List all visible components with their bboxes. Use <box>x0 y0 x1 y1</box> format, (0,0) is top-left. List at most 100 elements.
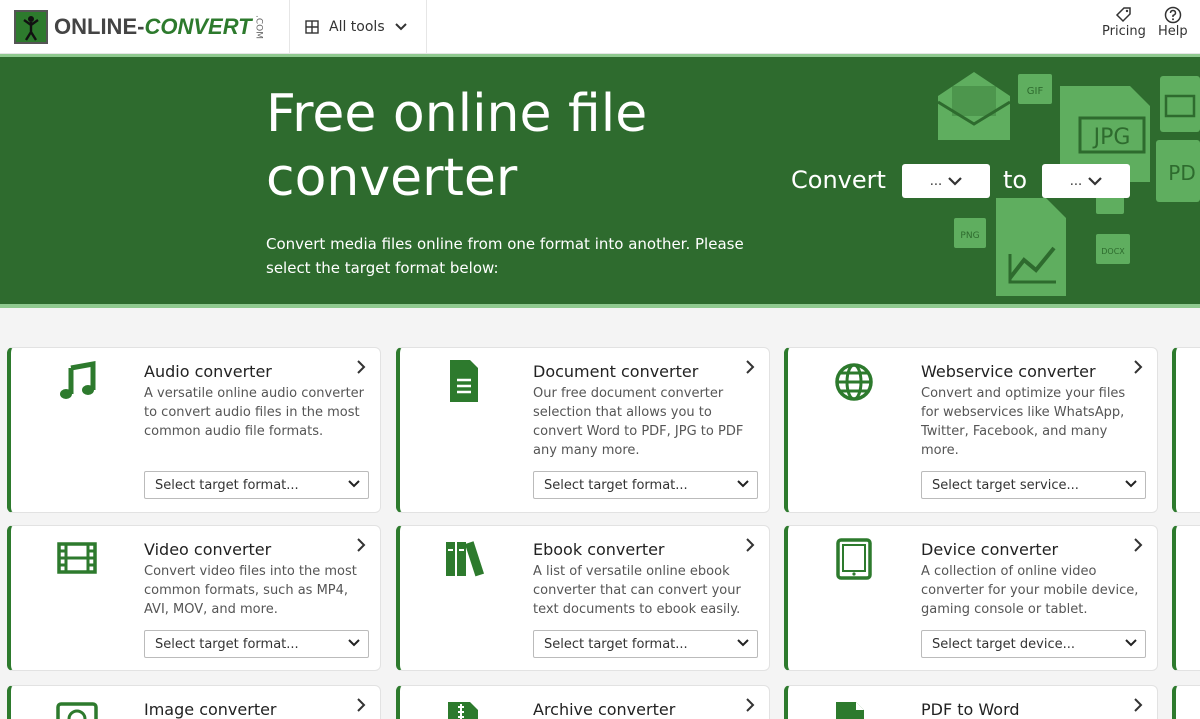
device-converter-card[interactable]: Device converter A collection of online … <box>784 525 1158 671</box>
chevron-down-icon <box>737 480 749 488</box>
help-label: Help <box>1158 24 1188 39</box>
chevron-down-icon <box>737 639 749 647</box>
select-placeholder: Select target format... <box>544 477 688 493</box>
archive-converter-card[interactable]: Archive converter <box>396 685 770 719</box>
header-divider <box>289 0 290 54</box>
partial-card[interactable] <box>1172 525 1200 671</box>
chevron-down-icon <box>394 23 407 31</box>
chevron-down-icon <box>1125 480 1137 488</box>
card-description: A versatile online audio converter to co… <box>144 386 365 439</box>
chevron-right-icon[interactable] <box>743 360 757 374</box>
webservice-target-select[interactable]: Select target service... <box>921 471 1146 499</box>
select-placeholder: Select target format... <box>544 636 688 652</box>
png-file-icon: PNG <box>954 218 986 248</box>
audio-converter-card[interactable]: Audio converter A versatile online audio… <box>7 347 381 513</box>
card-description: A list of versatile online ebook convert… <box>533 564 741 617</box>
books-icon <box>446 541 485 577</box>
image-file-icon <box>1160 76 1200 132</box>
docx-file-icon: DOCX <box>1096 234 1130 264</box>
svg-text:PD: PD <box>1168 161 1195 185</box>
select-placeholder: Select target service... <box>932 477 1079 493</box>
help-circle-icon <box>1164 6 1182 24</box>
document-target-format-select[interactable]: Select target format... <box>533 471 758 499</box>
video-converter-card[interactable]: Video converter Convert video files into… <box>7 525 381 671</box>
device-target-select[interactable]: Select target device... <box>921 630 1146 658</box>
camera-icon <box>56 702 98 719</box>
svg-text:GIF: GIF <box>1027 86 1044 97</box>
card-title[interactable]: Audio converter <box>144 362 272 381</box>
pdf-icon <box>836 702 864 719</box>
card-title[interactable]: PDF to Word <box>921 700 1020 719</box>
from-format-value: ... <box>929 173 943 189</box>
svg-text:DOCX: DOCX <box>1101 247 1125 256</box>
card-description: Convert video files into the most common… <box>144 564 357 617</box>
all-tools-menu[interactable]: All tools <box>305 0 407 54</box>
pdf-file-icon: PD <box>1156 140 1200 202</box>
site-logo[interactable]: ONLINE-CONVERT .COM <box>14 10 264 44</box>
gif-file-icon: GIF <box>1018 74 1052 104</box>
chevron-right-icon[interactable] <box>1131 360 1145 374</box>
card-description: Our free document converter selection th… <box>533 386 744 458</box>
chevron-right-icon[interactable] <box>354 698 368 712</box>
card-description: Convert and optimize your files for webs… <box>921 386 1126 458</box>
music-note-icon <box>60 361 96 399</box>
partial-card[interactable] <box>1172 685 1200 719</box>
svg-text:PNG: PNG <box>960 231 979 241</box>
ebook-target-format-select[interactable]: Select target format... <box>533 630 758 658</box>
logo-suffix: .COM <box>253 15 264 39</box>
all-tools-label: All tools <box>329 19 385 35</box>
webservice-converter-card[interactable]: Webservice converter Convert and optimiz… <box>784 347 1158 513</box>
chart-file-icon <box>996 198 1066 296</box>
document-converter-card[interactable]: Document converter Our free document con… <box>396 347 770 513</box>
tag-icon <box>1115 7 1131 23</box>
card-title[interactable]: Video converter <box>144 540 271 559</box>
to-format-value: ... <box>1069 173 1083 189</box>
to-label: to <box>1003 166 1028 194</box>
logo-wordmark: ONLINE-CONVERT <box>54 14 252 39</box>
chevron-down-icon <box>1088 176 1102 186</box>
hero-subtitle: Convert media files online from one form… <box>266 235 744 277</box>
card-title[interactable]: Archive converter <box>533 700 675 719</box>
globe-icon <box>835 363 873 401</box>
chevron-down-icon <box>348 480 360 488</box>
film-icon <box>57 542 97 574</box>
select-placeholder: Select target format... <box>155 636 299 652</box>
convert-label: Convert <box>791 166 886 194</box>
archive-icon <box>448 702 478 719</box>
select-placeholder: Select target format... <box>155 477 299 493</box>
to-format-select[interactable]: ... <box>1042 164 1130 198</box>
hero-title: Free online file converter <box>266 84 648 208</box>
help-link[interactable]: Help <box>1158 6 1188 39</box>
hero-banner: GIF JPG PD PNG DOCX Free online file con… <box>0 54 1200 308</box>
logo-figure-icon <box>14 10 48 44</box>
svg-text:JPG: JPG <box>1092 125 1131 150</box>
chevron-right-icon[interactable] <box>743 698 757 712</box>
top-navigation-bar: ONLINE-CONVERT .COM All tools Pricing He… <box>0 0 1200 54</box>
document-icon <box>450 360 478 402</box>
card-description: A collection of online video converter f… <box>921 564 1139 617</box>
envelope-file-icon <box>938 72 1010 140</box>
chevron-right-icon[interactable] <box>354 360 368 374</box>
video-target-format-select[interactable]: Select target format... <box>144 630 369 658</box>
tablet-icon <box>836 538 872 580</box>
image-converter-card[interactable]: Image converter <box>7 685 381 719</box>
chevron-down-icon <box>348 639 360 647</box>
chevron-right-icon[interactable] <box>1131 538 1145 552</box>
card-title[interactable]: Webservice converter <box>921 362 1096 381</box>
partial-card[interactable] <box>1172 347 1200 513</box>
chevron-right-icon[interactable] <box>743 538 757 552</box>
audio-target-format-select[interactable]: Select target format... <box>144 471 369 499</box>
pricing-link[interactable]: Pricing <box>1102 6 1146 39</box>
select-placeholder: Select target device... <box>932 636 1075 652</box>
card-title[interactable]: Image converter <box>144 700 277 719</box>
card-title[interactable]: Device converter <box>921 540 1058 559</box>
pdf-to-word-card[interactable]: PDF to Word <box>784 685 1158 719</box>
chevron-right-icon[interactable] <box>354 538 368 552</box>
chevron-right-icon[interactable] <box>1131 698 1145 712</box>
chevron-down-icon <box>1125 639 1137 647</box>
card-title[interactable]: Document converter <box>533 362 698 381</box>
card-title[interactable]: Ebook converter <box>533 540 665 559</box>
hero-bottom-stripe <box>0 304 1200 308</box>
from-format-select[interactable]: ... <box>902 164 990 198</box>
ebook-converter-card[interactable]: Ebook converter A list of versatile onli… <box>396 525 770 671</box>
